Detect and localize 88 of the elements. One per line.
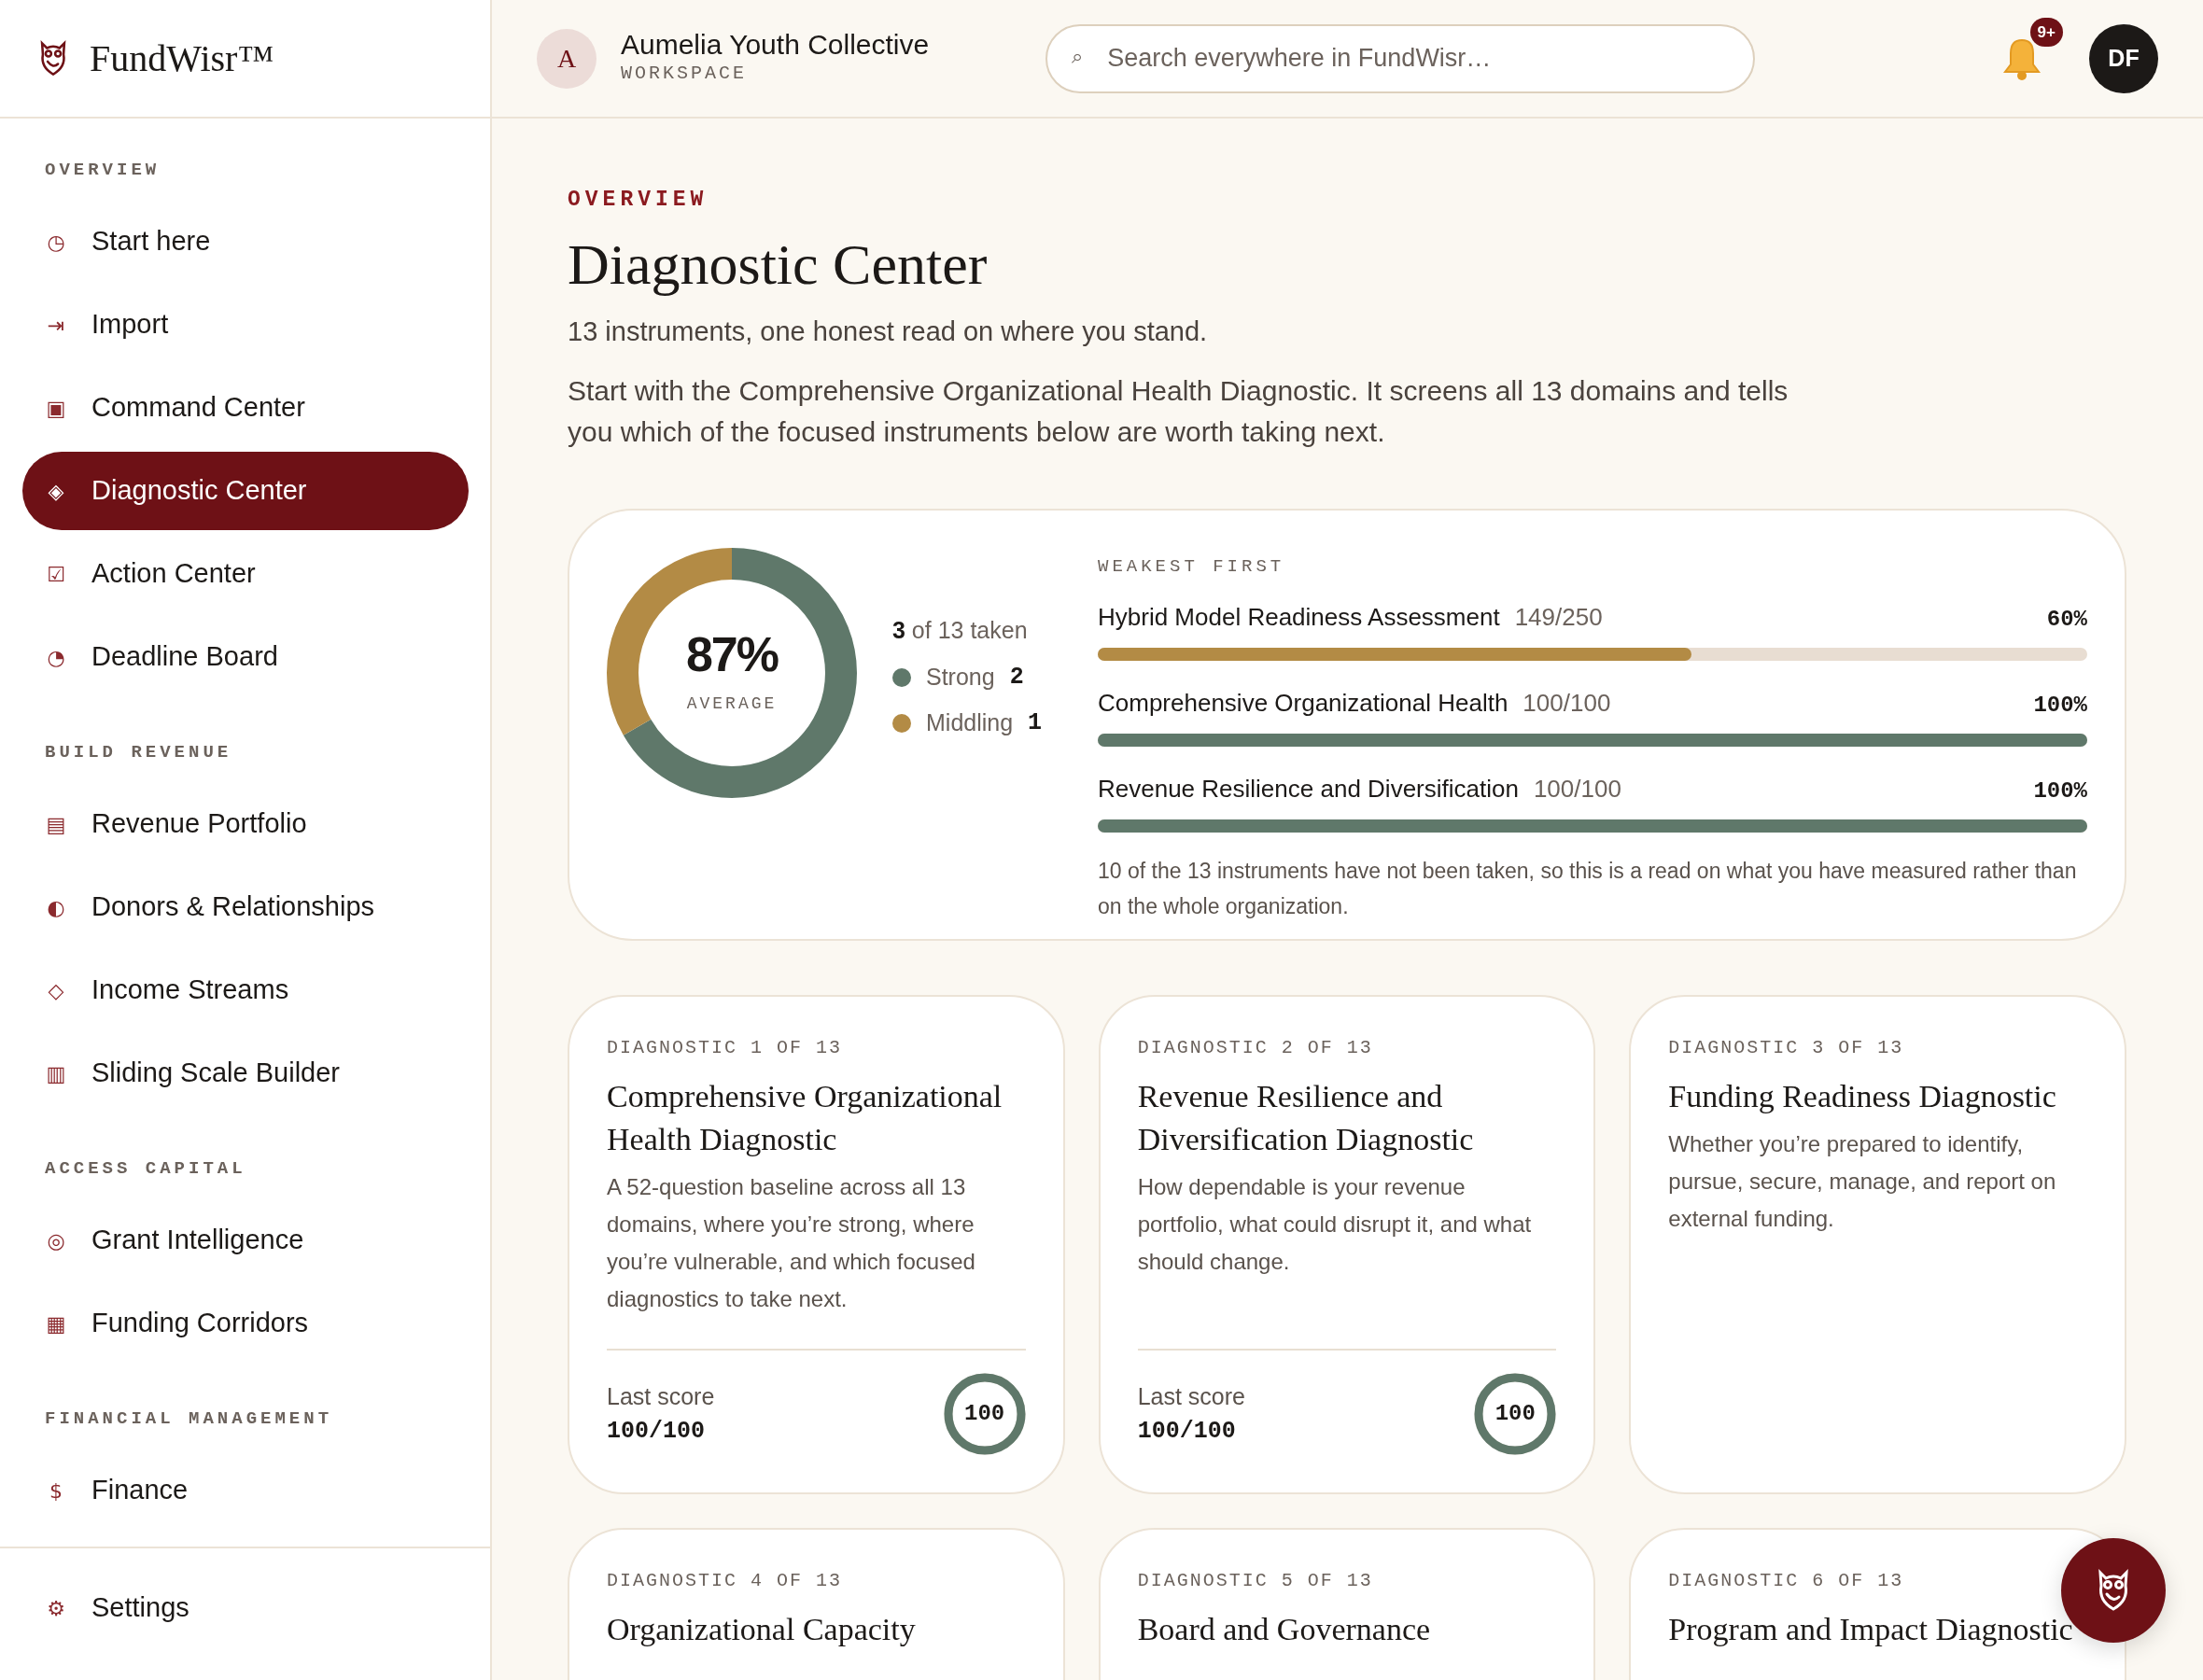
- page-eyebrow: OVERVIEW: [568, 187, 709, 214]
- average-value: 87%: [685, 629, 779, 679]
- nav-item[interactable]: ⚙ Settings: [22, 1569, 469, 1647]
- nav-item[interactable]: ▥ Sliding Scale Builder: [22, 1034, 469, 1113]
- taken-count: 3 of 13 taken: [892, 616, 1029, 646]
- bar-score: 100/100: [1533, 773, 1621, 805]
- card-description: How dependable is your revenue portfolio, what could disrupt it, and what should change.: [1137, 1173, 1533, 1277]
- section-label: FINANCIAL MANAGEMENT: [44, 1407, 333, 1431]
- card-eyebrow: DIAGNOSTIC 6 OF 13: [1668, 1569, 1905, 1594]
- nav-item[interactable]: ▦ Funding Corridors: [22, 1284, 469, 1363]
- nav-glyph-icon: ▦: [45, 1308, 67, 1339]
- workspace-name: Aumelia Youth Collective: [621, 29, 930, 60]
- legend-label: Middling: [926, 708, 1014, 738]
- diagnostic-card[interactable]: DIAGNOSTIC 3 OF 13 Funding Readiness Diagnostic Whether you’re prepared to identify, pursue, secure, manage, and report on external funding.: [1629, 995, 2126, 1495]
- score-value: 100: [1494, 1400, 1536, 1429]
- search-icon: ⌕: [1072, 44, 1084, 69]
- score-value: 100: [963, 1400, 1006, 1429]
- notification-badge: 9+: [2029, 17, 2063, 47]
- nav-glyph-icon: ▣: [45, 392, 67, 424]
- diagnostic-card[interactable]: DIAGNOSTIC 6 OF 13 Program and Impact Diagnostic: [1629, 1528, 2126, 1680]
- page-subtitle: 13 instruments, one honest read on where you stand.: [568, 315, 1209, 348]
- card-description: Whether you’re prepared to identify, pursue, secure, manage, and report on external funding.: [1668, 1130, 2057, 1234]
- page-intro: Start with the Comprehensive Organizational Health Diagnostic. It screens all 13 domains and tells you which of the focused instruments below are worth taking next.: [568, 374, 1789, 450]
- nav-item[interactable]: ☑ Action Center: [22, 535, 469, 613]
- workspace-avatar: A: [537, 28, 596, 89]
- nav-item[interactable]: ◷ Start here: [22, 203, 469, 281]
- last-score-label: Last score: [607, 1381, 715, 1411]
- bar-name: Revenue Resilience and Diversification: [1098, 773, 1519, 805]
- last-score-label: Last score: [1137, 1381, 1245, 1411]
- bar-score: 100/100: [1522, 687, 1611, 719]
- nav-item[interactable]: $ Finance: [22, 1451, 469, 1530]
- bar-name: Hybrid Model Readiness Assessment: [1098, 601, 1500, 633]
- brand-name: FundWisr™: [90, 35, 274, 81]
- card-title: Comprehensive Organizational Health Diagnostic: [607, 1078, 1003, 1159]
- nav-glyph-icon: ▤: [45, 808, 67, 840]
- nav-item[interactable]: ⇥ Import: [22, 286, 469, 364]
- bar-percent: 100%: [2033, 691, 2087, 720]
- diagnostic-card[interactable]: [568, 995, 1065, 1495]
- card-title: Funding Readiness Diagnostic: [1668, 1078, 2057, 1116]
- card-title: Program and Impact Diagnostic: [1668, 1611, 2074, 1649]
- card-eyebrow: DIAGNOSTIC 4 OF 13: [607, 1569, 844, 1594]
- nav-glyph-icon: ◔: [45, 641, 67, 673]
- diagnostic-card[interactable]: DIAGNOSTIC 5 OF 13 Board and Governance: [1098, 1528, 1596, 1680]
- bar-name: Comprehensive Organizational Health: [1098, 687, 1508, 719]
- bars-heading: WEAKEST FIRST: [1098, 555, 1286, 580]
- bar-percent: 60%: [2046, 605, 2087, 634]
- nav-item[interactable]: ◐ Donors & Relationships: [22, 868, 469, 946]
- nav-item[interactable]: ◔ Deadline Board: [22, 618, 469, 696]
- card-description: A 52-question baseline across all 13 domains, where you’re strong, where you’re vulnerable, and which focused diagnostics to take next.: [607, 1173, 976, 1314]
- nav-item[interactable]: ▤ Revenue Portfolio: [22, 785, 469, 863]
- nav-item[interactable]: ◇ Income Streams: [22, 951, 469, 1029]
- nav-glyph-icon: $: [45, 1475, 67, 1506]
- nav-glyph-icon: ◎: [45, 1225, 67, 1256]
- nav-glyph-icon: ◐: [45, 891, 67, 923]
- nav-glyph-icon: ◷: [45, 226, 67, 258]
- card-title: Board and Governance: [1137, 1611, 1432, 1649]
- average-label: AVERAGE: [686, 693, 778, 715]
- section-label: OVERVIEW: [44, 159, 161, 182]
- workspace-label: WORKSPACE: [621, 62, 749, 86]
- card-eyebrow: DIAGNOSTIC 1 OF 13: [607, 1036, 844, 1061]
- nav-glyph-icon: ⚙: [45, 1592, 67, 1624]
- last-score-value: 100/100: [1137, 1417, 1237, 1448]
- section-label: ACCESS CAPITAL: [44, 1157, 246, 1181]
- card-title: Revenue Resilience and Diversification Diagnostic: [1137, 1078, 1475, 1159]
- nav-glyph-icon: ▥: [45, 1057, 67, 1089]
- page-title: Diagnostic Center: [568, 231, 989, 298]
- legend-count: 1: [1028, 708, 1043, 739]
- nav-glyph-icon: ◈: [45, 475, 67, 507]
- summary-note: 10 of the 13 instruments have not been taken, so this is a read on what you have measured rather than on the whole organization.: [1098, 857, 2078, 920]
- nav-item[interactable]: ▣ Command Center: [22, 369, 469, 447]
- legend-label: Strong: [926, 662, 995, 692]
- nav-item[interactable]: ◎ Grant Intelligence: [22, 1201, 469, 1280]
- card-title: Organizational Capacity: [607, 1611, 917, 1649]
- diagnostic-card[interactable]: DIAGNOSTIC 4 OF 13 Organizational Capacity: [568, 1528, 1065, 1680]
- last-score-value: 100/100: [607, 1417, 707, 1448]
- bar-percent: 100%: [2033, 777, 2087, 805]
- diagnostic-card[interactable]: DIAGNOSTIC 2 OF 13 Revenue Resilience and Diversification Diagnostic How dependable is your revenue portfolio, what could disrupt it, and what should change. Last score 100/100 100: [1098, 995, 1596, 1495]
- legend-count: 2: [1009, 662, 1024, 693]
- bar-score: 149/250: [1514, 601, 1603, 633]
- card-eyebrow: DIAGNOSTIC 5 OF 13: [1137, 1569, 1374, 1594]
- section-label: BUILD REVENUE: [44, 741, 232, 764]
- card-eyebrow: DIAGNOSTIC 2 OF 13: [1137, 1036, 1374, 1061]
- nav-glyph-icon: ⇥: [45, 309, 67, 341]
- nav-glyph-icon: ☑: [45, 558, 67, 590]
- user-avatar[interactable]: DF: [2089, 23, 2158, 93]
- card-eyebrow: DIAGNOSTIC 3 OF 13: [1668, 1036, 1905, 1061]
- nav-glyph-icon: ◇: [45, 974, 67, 1006]
- nav-item[interactable]: ◈ Diagnostic Center: [22, 452, 469, 530]
